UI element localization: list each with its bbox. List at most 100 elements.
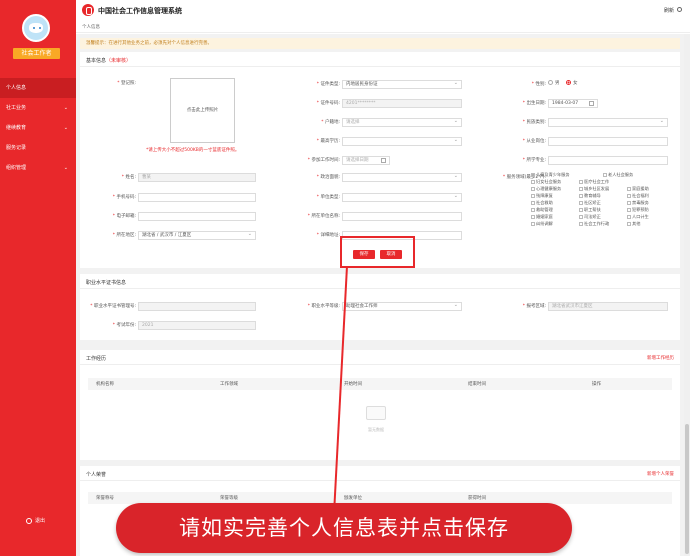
nation-select[interactable]: [548, 118, 668, 127]
column-header: 颁发单位: [344, 496, 362, 501]
checkbox-service[interactable]: 婚姻家庭: [531, 214, 553, 220]
panel-title: 个人荣誉: [86, 472, 107, 478]
breadcrumb[interactable]: 个人信息: [82, 24, 100, 30]
checkbox-service[interactable]: 司法矫正: [579, 214, 601, 220]
sidebar-item-label: 继续教育: [6, 125, 27, 131]
name-field[interactable]: 曹某: [138, 173, 256, 182]
checkbox-service[interactable]: 禁毒服务: [627, 200, 649, 206]
id-number-field[interactable]: 4201********: [342, 99, 462, 108]
photo-upload[interactable]: 点击此上传照片: [170, 78, 235, 143]
divider: [80, 480, 680, 481]
checkbox-service[interactable]: 教育辅导: [579, 193, 601, 199]
exam-year-label: * 考试年份:: [112, 323, 136, 328]
calendar-icon: [589, 101, 594, 106]
radio-male[interactable]: [548, 80, 553, 85]
hukou-label: * 户籍地:: [321, 120, 340, 125]
exam-area-label: * 报考区域:: [522, 304, 546, 309]
save-highlight-box: [340, 236, 415, 268]
add-honor-link[interactable]: 新增个人荣誉: [647, 471, 674, 477]
upload-tip: *请上传大小不超过500KB的一寸蓝底证件照。: [146, 148, 240, 153]
sidebar-item-label: 个人信息: [6, 85, 27, 91]
column-header: 操作: [592, 382, 601, 387]
checkbox-service[interactable]: 老人社会服务: [603, 172, 633, 178]
breadcrumb-bar: 个人信息: [76, 20, 690, 33]
logout-button[interactable]: 退出: [26, 517, 45, 524]
sidebar-item-social-work[interactable]: 社工业务 ⌄: [0, 98, 76, 118]
gear-icon[interactable]: [677, 7, 682, 12]
id-number-label: * 证件号码:: [316, 101, 340, 106]
upload-text: 点击此上传照片: [186, 108, 219, 113]
avatar-eye-icon: [39, 27, 41, 29]
sidebar-item-org[interactable]: 组织管理 ⌄: [0, 158, 76, 178]
phone-field[interactable]: [138, 193, 256, 202]
calendar-icon: [381, 158, 386, 163]
checkbox-service[interactable]: 社区矫正: [579, 200, 601, 206]
education-label: * 最高学历:: [316, 139, 340, 144]
panel-title: 工作经历: [86, 356, 107, 362]
column-header: 工作领域: [220, 382, 238, 387]
checkbox-service[interactable]: 社会福利: [627, 193, 649, 199]
logo-icon: [82, 4, 94, 16]
checkbox-service[interactable]: 职工帮扶: [579, 207, 601, 213]
checkbox-service[interactable]: 社会救助: [531, 200, 553, 206]
divider: [80, 364, 680, 365]
exam-area-field[interactable]: 湖北省武汉市江夏区: [548, 302, 668, 311]
unit-name-label: * 所在单位名称:: [307, 214, 340, 219]
email-field[interactable]: [138, 212, 256, 221]
birth-date-picker[interactable]: 1984-03-07: [548, 99, 598, 108]
sidebar-item-education[interactable]: 继续教育 ⌄: [0, 118, 76, 138]
checkbox-service[interactable]: 纠纷调解: [531, 221, 553, 227]
divider: [80, 288, 680, 289]
region-select[interactable]: 湖北省 / 武汉市 / 江夏区: [138, 231, 256, 240]
basic-title: 基本信息: [86, 58, 107, 64]
education-select[interactable]: [342, 137, 462, 146]
name-label: * 姓名:: [121, 175, 136, 180]
exam-year-field[interactable]: 2021: [138, 321, 256, 330]
political-select[interactable]: [342, 173, 462, 182]
scrollbar[interactable]: [684, 34, 690, 556]
panel-title: 职业水平证书信息: [86, 280, 127, 286]
column-header: 开始时间: [344, 382, 362, 387]
radio-female[interactable]: [565, 80, 571, 85]
checkbox-service[interactable]: 犯罪预防: [627, 207, 649, 213]
header: 中国社会工作信息管理系统 刷新: [76, 0, 690, 20]
unit-name-field[interactable]: [342, 212, 462, 221]
checkbox-service[interactable]: 人口计生: [627, 214, 649, 220]
work-time-value: 请选择日期: [346, 158, 369, 163]
checkbox-service[interactable]: 医疗社会工作: [579, 179, 609, 185]
sidebar-item-label: 社工业务: [6, 105, 27, 111]
id-type-select[interactable]: 内地居民身份证: [342, 80, 462, 89]
major-field[interactable]: [548, 156, 668, 165]
checkbox-service[interactable]: 残障康复: [531, 193, 553, 199]
checkbox-service[interactable]: 社会工作行政: [579, 221, 609, 227]
address-label: * 详细地址:: [316, 233, 340, 238]
sidebar-item-personal-info[interactable]: 个人信息: [0, 78, 76, 98]
job-field[interactable]: [548, 137, 668, 146]
sidebar-item-service-record[interactable]: 服务记录: [0, 138, 76, 158]
avatar-eye-icon: [33, 27, 35, 29]
id-type-label: * 证件类型:: [316, 82, 340, 87]
checkbox-service[interactable]: 儿童及青少年服务: [531, 172, 570, 178]
checkbox-service[interactable]: 救助管理: [531, 207, 553, 213]
work-time-picker[interactable]: 请选择日期: [342, 156, 390, 165]
birth-label: * 出生日期:: [522, 101, 546, 106]
empty-box-icon: [366, 406, 386, 420]
job-label: * 从业岗位:: [522, 139, 546, 144]
cert-no-field[interactable]: [138, 302, 256, 311]
gender-label: * 性别:: [531, 82, 546, 87]
avatar[interactable]: [22, 14, 50, 42]
female-label: 女: [572, 81, 578, 86]
chevron-down-icon: ⌄: [63, 125, 68, 131]
hukou-select[interactable]: 请选择: [342, 118, 462, 127]
add-work-link[interactable]: 新增工作经历: [647, 355, 674, 361]
cert-level-label: * 职业水平等级:: [307, 304, 340, 309]
checkbox-service[interactable]: 心理健康服务: [531, 186, 561, 192]
checkbox-service[interactable]: 其他: [627, 221, 640, 227]
checkbox-service[interactable]: 家庭援助: [627, 186, 649, 192]
checkbox-service[interactable]: 妇女社会服务: [531, 179, 561, 185]
unit-type-select[interactable]: [342, 193, 462, 202]
cert-level-select[interactable]: 助理社会工作师: [342, 302, 462, 311]
scroll-thumb[interactable]: [685, 424, 689, 554]
refresh-link[interactable]: 刷新: [664, 7, 674, 14]
checkbox-service[interactable]: 城乡社区发展: [579, 186, 609, 192]
